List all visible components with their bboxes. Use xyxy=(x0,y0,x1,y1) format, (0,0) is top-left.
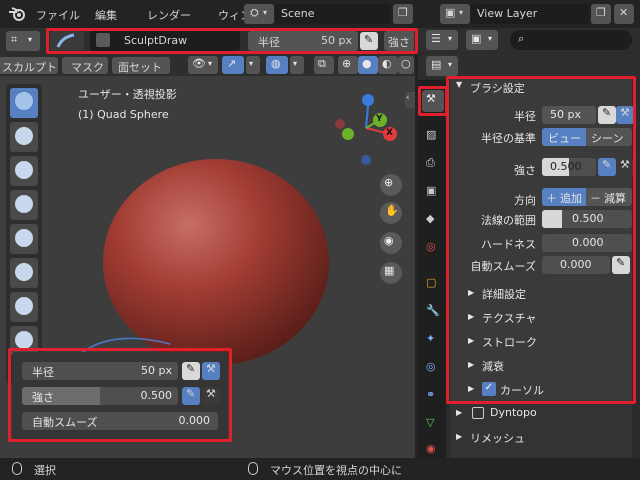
view-visibility-icon[interactable]: 👁 ▾ xyxy=(188,56,218,74)
dyntopo-panel[interactable]: Dyntopo xyxy=(490,406,537,419)
view-layer-tab-icon[interactable]: ▣ xyxy=(422,182,444,204)
view-name: ユーザー・透視投影 xyxy=(78,88,177,101)
mouse-middle-icon xyxy=(248,462,258,475)
editor-type-icon[interactable]: ⌗ ▾ xyxy=(6,31,40,51)
sculpt-mode-header: スカルプト マスク 面セット 👁 ▾ ↗ ▾ ◍ ▾ ⧉ ⊕ ● ◐ ○ xyxy=(0,54,415,76)
properties-editor-type-icon[interactable]: ▤ ▾ xyxy=(426,56,458,76)
remesh-expand-icon[interactable]: ▶ xyxy=(456,432,462,441)
constraints-tab-icon[interactable]: ⚭ xyxy=(422,386,444,408)
status-hint: マウス位置を視点の中心に xyxy=(270,464,402,477)
sidebar-toggle-icon[interactable]: ‹ xyxy=(405,92,415,108)
outliner-search-input[interactable]: ⌕ xyxy=(510,30,632,50)
gizmo-y-label: Y xyxy=(376,114,383,124)
render-tab-icon[interactable]: ▨ xyxy=(422,126,444,148)
blender-logo-icon[interactable] xyxy=(8,6,26,22)
status-bar: 選択 マウス位置を視点の中心に xyxy=(0,458,640,480)
output-tab-icon[interactable]: ⎙ xyxy=(422,154,444,176)
remesh-panel[interactable]: リメッシュ xyxy=(470,430,525,446)
menu-edit[interactable]: 編集 xyxy=(95,7,117,23)
search-icon: ⌕ xyxy=(518,32,525,45)
overlay-dropdown-icon[interactable]: ▾ xyxy=(290,56,304,74)
overlay-toggle-icon[interactable]: ◍ xyxy=(266,56,288,74)
menu-face-sets[interactable]: 面セット xyxy=(112,57,170,74)
material-shading-icon[interactable]: ◐ xyxy=(378,56,398,74)
menu-sculpt[interactable]: スカルプト xyxy=(0,57,58,74)
scene-selector-icon[interactable]: ⛭ ▾ xyxy=(244,4,274,24)
world-tab-icon[interactable]: ◎ xyxy=(422,238,444,260)
view-layer-name: View Layer xyxy=(477,7,538,20)
draw-sharp-tool-icon[interactable] xyxy=(10,122,38,152)
inflate-tool-icon[interactable] xyxy=(10,258,38,288)
tool-header-highlight xyxy=(46,28,418,54)
menu-file[interactable]: ファイル xyxy=(36,7,80,23)
gizmo-toggle-icon[interactable]: ↗ xyxy=(222,56,244,74)
physics-tab-icon[interactable]: ◎ xyxy=(422,358,444,380)
xray-toggle-icon[interactable]: ⧉ xyxy=(314,56,334,74)
gizmo-x-label: X xyxy=(386,128,393,138)
object-tab-icon[interactable]: ▢ xyxy=(422,274,444,296)
zoom-icon[interactable]: ⊕ xyxy=(380,174,402,196)
status-select: 選択 xyxy=(34,464,56,477)
scene-tab-icon[interactable]: ◆ xyxy=(422,210,444,232)
properties-header: ☰ ▾ ▣ ▾ ⌕ xyxy=(418,28,640,52)
particles-tab-icon[interactable]: ✦ xyxy=(422,330,444,352)
camera-view-icon[interactable]: ◉ xyxy=(380,232,402,254)
view-layer-icon[interactable]: ▣ ▾ xyxy=(440,4,470,24)
display-mode-icon[interactable]: ▣ ▾ xyxy=(466,30,498,50)
rendered-shading-icon[interactable]: ○ xyxy=(398,56,414,74)
solid-shading-icon[interactable]: ● xyxy=(358,56,378,74)
gizmo-dropdown-icon[interactable]: ▾ xyxy=(246,56,260,74)
wireframe-shading-icon[interactable]: ⊕ xyxy=(338,56,358,74)
menu-mask[interactable]: マスク xyxy=(62,57,108,74)
view-layer-field[interactable]: View Layer xyxy=(471,4,589,24)
remove-view-layer-icon[interactable]: ✕ xyxy=(614,4,634,24)
tool-tab-highlight xyxy=(418,86,448,116)
pan-hand-icon[interactable]: ✋ xyxy=(380,202,402,224)
scene-name: Scene xyxy=(281,7,315,20)
data-tab-icon[interactable]: ▽ xyxy=(422,414,444,436)
new-scene-icon[interactable]: ❐ xyxy=(393,4,413,24)
lower-panels: ▶ Dyntopo ▶ リメッシュ xyxy=(450,404,632,458)
top-menubar: ファイル 編集 レンダー ウィンド ⛭ ▾ Scene ❐ ▣ ▾ View Lay… xyxy=(0,0,640,28)
modifier-tab-icon[interactable]: 🔧 xyxy=(422,302,444,324)
blob-tool-icon[interactable] xyxy=(10,292,38,322)
layer-tool-icon[interactable] xyxy=(10,224,38,254)
sculpt-toolbar xyxy=(6,84,42,384)
dyntopo-checkbox[interactable] xyxy=(472,407,484,419)
dyntopo-expand-icon[interactable]: ▶ xyxy=(456,408,462,417)
scene-name-field[interactable]: Scene xyxy=(275,4,391,24)
brush-settings-highlight xyxy=(446,76,636,404)
popover-highlight xyxy=(8,348,232,442)
outliner-editor-type-icon[interactable]: ☰ ▾ xyxy=(426,30,458,50)
clay-strips-tool-icon[interactable] xyxy=(10,190,38,220)
object-name: (1) Quad Sphere xyxy=(78,108,169,121)
perspective-toggle-icon[interactable]: ▦ xyxy=(380,262,402,284)
clay-tool-icon[interactable] xyxy=(10,156,38,186)
draw-brush-tool-icon[interactable] xyxy=(10,88,38,118)
new-view-layer-icon[interactable]: ❐ xyxy=(591,4,611,24)
properties-header-2: ▤ ▾ xyxy=(418,54,640,78)
menu-render[interactable]: レンダー xyxy=(147,7,191,23)
mouse-left-icon xyxy=(12,462,22,475)
3d-viewport[interactable]: ユーザー・透視投影 (1) Quad Sphere Y X ⊕ ✋ ◉ ▦ ‹ … xyxy=(0,76,415,458)
